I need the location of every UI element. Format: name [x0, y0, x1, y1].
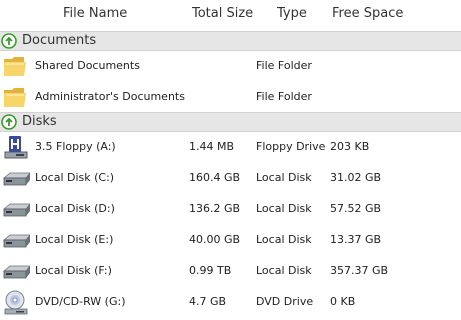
list-item[interactable]: DVD/CD-RW (G:) 4.7 GB DVD Drive 0 KB — [0, 287, 461, 317]
item-name: Administrator's Documents — [35, 90, 185, 103]
list-item[interactable]: Local Disk (E:) 40.00 GB Local Disk 13.3… — [0, 225, 461, 255]
hard-disk-icon — [2, 234, 30, 248]
collapse-arrow-icon[interactable] — [1, 114, 17, 130]
column-header-free-space[interactable]: Free Space — [332, 6, 403, 21]
item-size: 40.00 GB — [189, 233, 241, 246]
item-type: File Folder — [256, 90, 312, 103]
item-name: Shared Documents — [35, 59, 140, 72]
item-name: DVD/CD-RW (G:) — [35, 295, 126, 308]
item-type: File Folder — [256, 59, 312, 72]
item-type: DVD Drive — [256, 295, 314, 308]
hard-disk-icon — [2, 172, 30, 186]
column-header-total-size[interactable]: Total Size — [192, 6, 253, 21]
hard-disk-icon — [2, 265, 30, 279]
item-free: 357.37 GB — [330, 264, 389, 277]
collapse-arrow-icon[interactable] — [1, 33, 17, 49]
folder-icon — [4, 88, 26, 107]
item-name: Local Disk (D:) — [35, 202, 115, 215]
column-header-file-name[interactable]: File Name — [63, 6, 127, 21]
item-size: 160.4 GB — [189, 171, 241, 184]
item-free: 0 KB — [330, 295, 356, 308]
list-item[interactable]: Local Disk (C:) 160.4 GB Local Disk 31.0… — [0, 163, 461, 193]
folder-icon — [4, 57, 26, 76]
floppy-drive-icon — [4, 136, 28, 159]
item-type: Local Disk — [256, 202, 312, 215]
item-name: Local Disk (E:) — [35, 233, 114, 246]
item-type: Floppy Drive — [256, 140, 326, 153]
list-item[interactable]: Shared Documents File Folder — [0, 51, 461, 81]
hard-disk-icon — [2, 203, 30, 217]
item-size: 4.7 GB — [189, 295, 227, 308]
list-item[interactable]: 3.5 Floppy (A:) 1.44 MB Floppy Drive 203… — [0, 132, 461, 162]
item-name: 3.5 Floppy (A:) — [35, 140, 116, 153]
item-free: 57.52 GB — [330, 202, 382, 215]
item-free: 31.02 GB — [330, 171, 382, 184]
group-label: Documents — [22, 33, 97, 48]
item-free: 13.37 GB — [330, 233, 382, 246]
item-free: 203 KB — [330, 140, 370, 153]
item-type: Local Disk — [256, 233, 312, 246]
column-header-type[interactable]: Type — [277, 6, 307, 21]
list-item[interactable]: Local Disk (F:) 0.99 TB Local Disk 357.3… — [0, 256, 461, 286]
item-size: 136.2 GB — [189, 202, 241, 215]
group-header-documents[interactable]: Documents — [0, 31, 461, 51]
item-name: Local Disk (F:) — [35, 264, 112, 277]
list-item[interactable]: Local Disk (D:) 136.2 GB Local Disk 57.5… — [0, 194, 461, 224]
item-name: Local Disk (C:) — [35, 171, 115, 184]
item-size: 0.99 TB — [189, 264, 232, 277]
list-item[interactable]: Administrator's Documents File Folder — [0, 82, 461, 112]
item-size: 1.44 MB — [189, 140, 235, 153]
column-header-row: File Name Total Size Type Free Space — [0, 0, 461, 28]
group-header-disks[interactable]: Disks — [0, 112, 461, 132]
dvd-drive-icon — [4, 290, 28, 315]
item-type: Local Disk — [256, 171, 312, 184]
item-type: Local Disk — [256, 264, 312, 277]
group-label: Disks — [22, 114, 57, 129]
